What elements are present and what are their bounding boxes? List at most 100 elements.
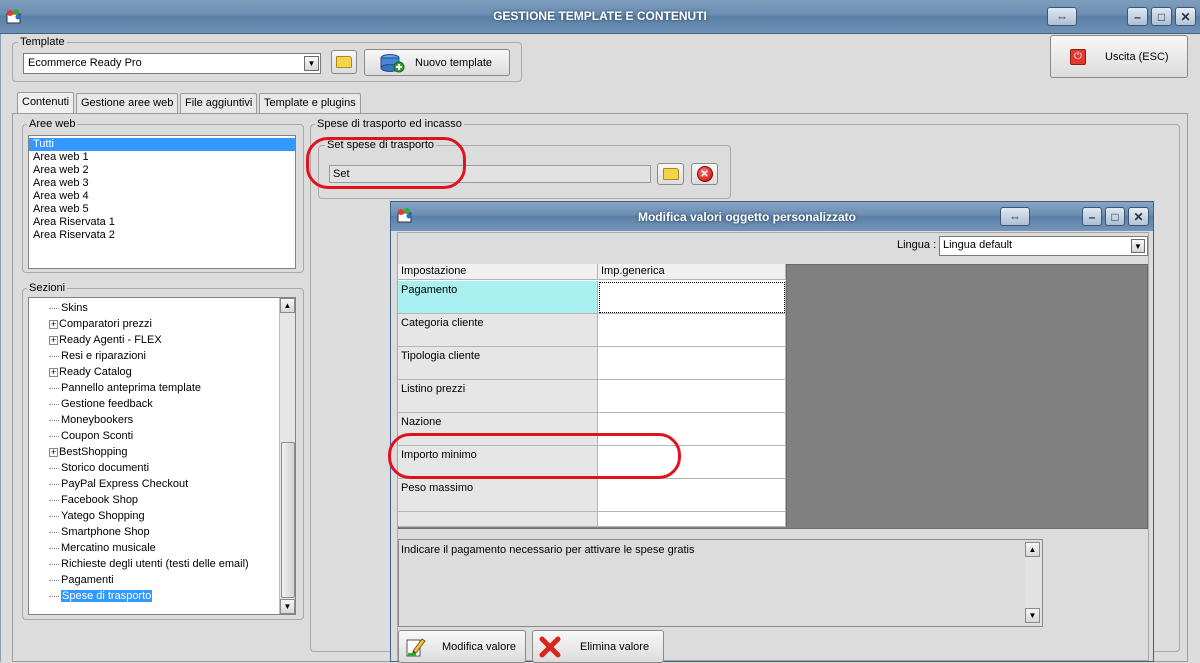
sezioni-tree: Skins + Comparatori prezzi + Ready Agenti - … (28, 297, 296, 615)
tab-contenuti[interactable]: Contenuti (17, 92, 75, 114)
description-scrollbar[interactable]: ▲ ▼ (1025, 542, 1042, 624)
tree-item[interactable]: Gestione feedback (49, 396, 249, 412)
tab-label: Contenuti (22, 96, 70, 108)
red-cross-icon (538, 635, 562, 659)
restore-arrows-icon[interactable]: ⇔ (1000, 207, 1030, 226)
grid-value-cell[interactable] (598, 314, 786, 347)
open-template-button[interactable] (331, 50, 357, 74)
delete-value-label: Elimina valore (580, 640, 650, 653)
dialog-close-button[interactable]: ✕ (1128, 207, 1149, 226)
tree-connector (49, 579, 59, 581)
tab-file-aggiuntivi[interactable]: File aggiuntivi (180, 93, 258, 113)
lingua-select[interactable]: Lingua default (939, 236, 1148, 256)
tree-item-label: Ready Agenti - FLEX (59, 334, 162, 346)
chevron-down-icon[interactable]: ▼ (304, 56, 319, 71)
tree-item[interactable]: Resi e riparazioni (49, 348, 249, 364)
list-item[interactable]: Area web 3 (29, 177, 295, 190)
grid-value-cell[interactable] (598, 281, 786, 314)
description-text: Indicare il pagamento necessario per att… (401, 544, 695, 556)
list-item[interactable]: Area web 5 (29, 203, 295, 216)
aree-web-list: Tutti Area web 1 Area web 2 Area web 3 A… (28, 135, 296, 269)
tree-item[interactable]: PayPal Express Checkout (49, 476, 249, 492)
window-title: GESTIONE TEMPLATE E CONTENUTI (493, 9, 707, 23)
grid-row-label[interactable]: Tipologia cliente (398, 347, 598, 380)
lingua-value: Lingua default (943, 239, 1013, 251)
tree-connector (49, 419, 59, 421)
tree-item[interactable]: Storico documenti (49, 460, 249, 476)
list-item[interactable]: Area web 4 (29, 190, 295, 203)
grid-value-cell[interactable] (598, 380, 786, 413)
tree-item-label: Gestione feedback (61, 398, 153, 410)
chevron-down-icon[interactable]: ▼ (1131, 239, 1145, 253)
exit-label: Uscita (ESC) (1105, 50, 1169, 63)
sezioni-scrollbar[interactable]: ▲ ▼ (279, 298, 295, 614)
annotation-ellipse (306, 137, 466, 189)
dialog-minimize-button[interactable]: – (1082, 207, 1102, 226)
list-item[interactable]: Area Riservata 2 (29, 229, 295, 242)
list-item[interactable]: Tutti (29, 138, 295, 151)
tree-item-label: Comparatori prezzi (59, 318, 152, 330)
tree-connector (49, 547, 59, 549)
tree-item[interactable]: + Ready Catalog (49, 364, 249, 380)
list-item[interactable]: Area web 1 (29, 151, 295, 164)
list-item[interactable]: Area web 2 (29, 164, 295, 177)
tree-item[interactable]: Spese di trasporto (49, 588, 249, 604)
tree-item[interactable]: Richieste degli utenti (testi delle emai… (49, 556, 249, 572)
tree-item[interactable]: Mercatino musicale (49, 540, 249, 556)
tree-item-label: BestShopping (59, 446, 128, 458)
list-item[interactable]: Area Riservata 1 (29, 216, 295, 229)
tree-item[interactable]: Pagamenti (49, 572, 249, 588)
grid-row-label[interactable]: Peso massimo (398, 479, 598, 512)
expand-icon[interactable]: + (49, 335, 58, 345)
tree-item[interactable]: Skins (49, 300, 249, 316)
tree-item[interactable]: + BestShopping (49, 444, 249, 460)
tree-connector (49, 483, 59, 485)
dialog-maximize-button[interactable]: □ (1105, 207, 1125, 226)
tree-connector (49, 531, 59, 533)
grid-empty-cell (398, 512, 598, 527)
scroll-down-icon[interactable]: ▼ (280, 599, 295, 614)
grid-row-label[interactable]: Categoria cliente (398, 314, 598, 347)
restore-arrows-icon[interactable]: ⇔ (1047, 7, 1077, 26)
scrollbar-thumb[interactable] (281, 442, 295, 598)
tree-item[interactable]: + Ready Agenti - FLEX (49, 332, 249, 348)
grid-row-label[interactable]: Pagamento (398, 281, 598, 314)
dialog-title: Modifica valori oggetto personalizzato (637, 210, 857, 224)
tree-item[interactable]: Smartphone Shop (49, 524, 249, 540)
grid-value-cell[interactable] (598, 347, 786, 380)
expand-icon[interactable]: + (49, 367, 58, 377)
tree-item[interactable]: Facebook Shop (49, 492, 249, 508)
tab-gestione-aree-web[interactable]: Gestione aree web (76, 93, 179, 113)
tree-item[interactable]: Yatego Shopping (49, 508, 249, 524)
modify-value-button[interactable]: Modifica valore (398, 630, 526, 663)
database-add-icon (379, 53, 405, 73)
expand-icon[interactable]: + (49, 447, 58, 457)
tree-item[interactable]: Coupon Sconti (49, 428, 249, 444)
tree-item-label: Facebook Shop (61, 494, 139, 506)
tree-connector (49, 563, 59, 565)
scroll-up-icon[interactable]: ▲ (280, 298, 295, 313)
minimize-button[interactable]: – (1127, 7, 1148, 26)
template-select[interactable]: Ecommerce Ready Pro (23, 53, 321, 74)
expand-icon[interactable]: + (49, 319, 58, 329)
grid-row-label[interactable]: Listino prezzi (398, 380, 598, 413)
open-set-button[interactable] (657, 163, 684, 185)
remove-set-button[interactable]: ✕ (691, 163, 718, 185)
tree-item-label: Yatego Shopping (61, 510, 145, 522)
grid-empty-cell (598, 512, 786, 527)
tree-connector (49, 403, 59, 405)
tree-connector (49, 307, 59, 309)
tree-item[interactable]: + Comparatori prezzi (49, 316, 249, 332)
scroll-down-icon[interactable]: ▼ (1025, 608, 1040, 623)
tree-item[interactable]: Moneybookers (49, 412, 249, 428)
close-button[interactable]: ✕ (1175, 7, 1196, 26)
grid-value-cell[interactable] (598, 479, 786, 512)
delete-value-button[interactable]: Elimina valore (532, 630, 664, 663)
maximize-button[interactable]: □ (1151, 7, 1172, 26)
scroll-up-icon[interactable]: ▲ (1025, 542, 1040, 557)
exit-button[interactable]: ⏻ Uscita (ESC) (1050, 35, 1188, 78)
tree-item[interactable]: Pannello anteprima template (49, 380, 249, 396)
new-template-button[interactable]: Nuovo template (364, 49, 510, 76)
settings-grid: Impostazione Imp.generica Pagamento Categ… (398, 264, 787, 527)
tab-template-plugins[interactable]: Template e plugins (259, 93, 361, 113)
